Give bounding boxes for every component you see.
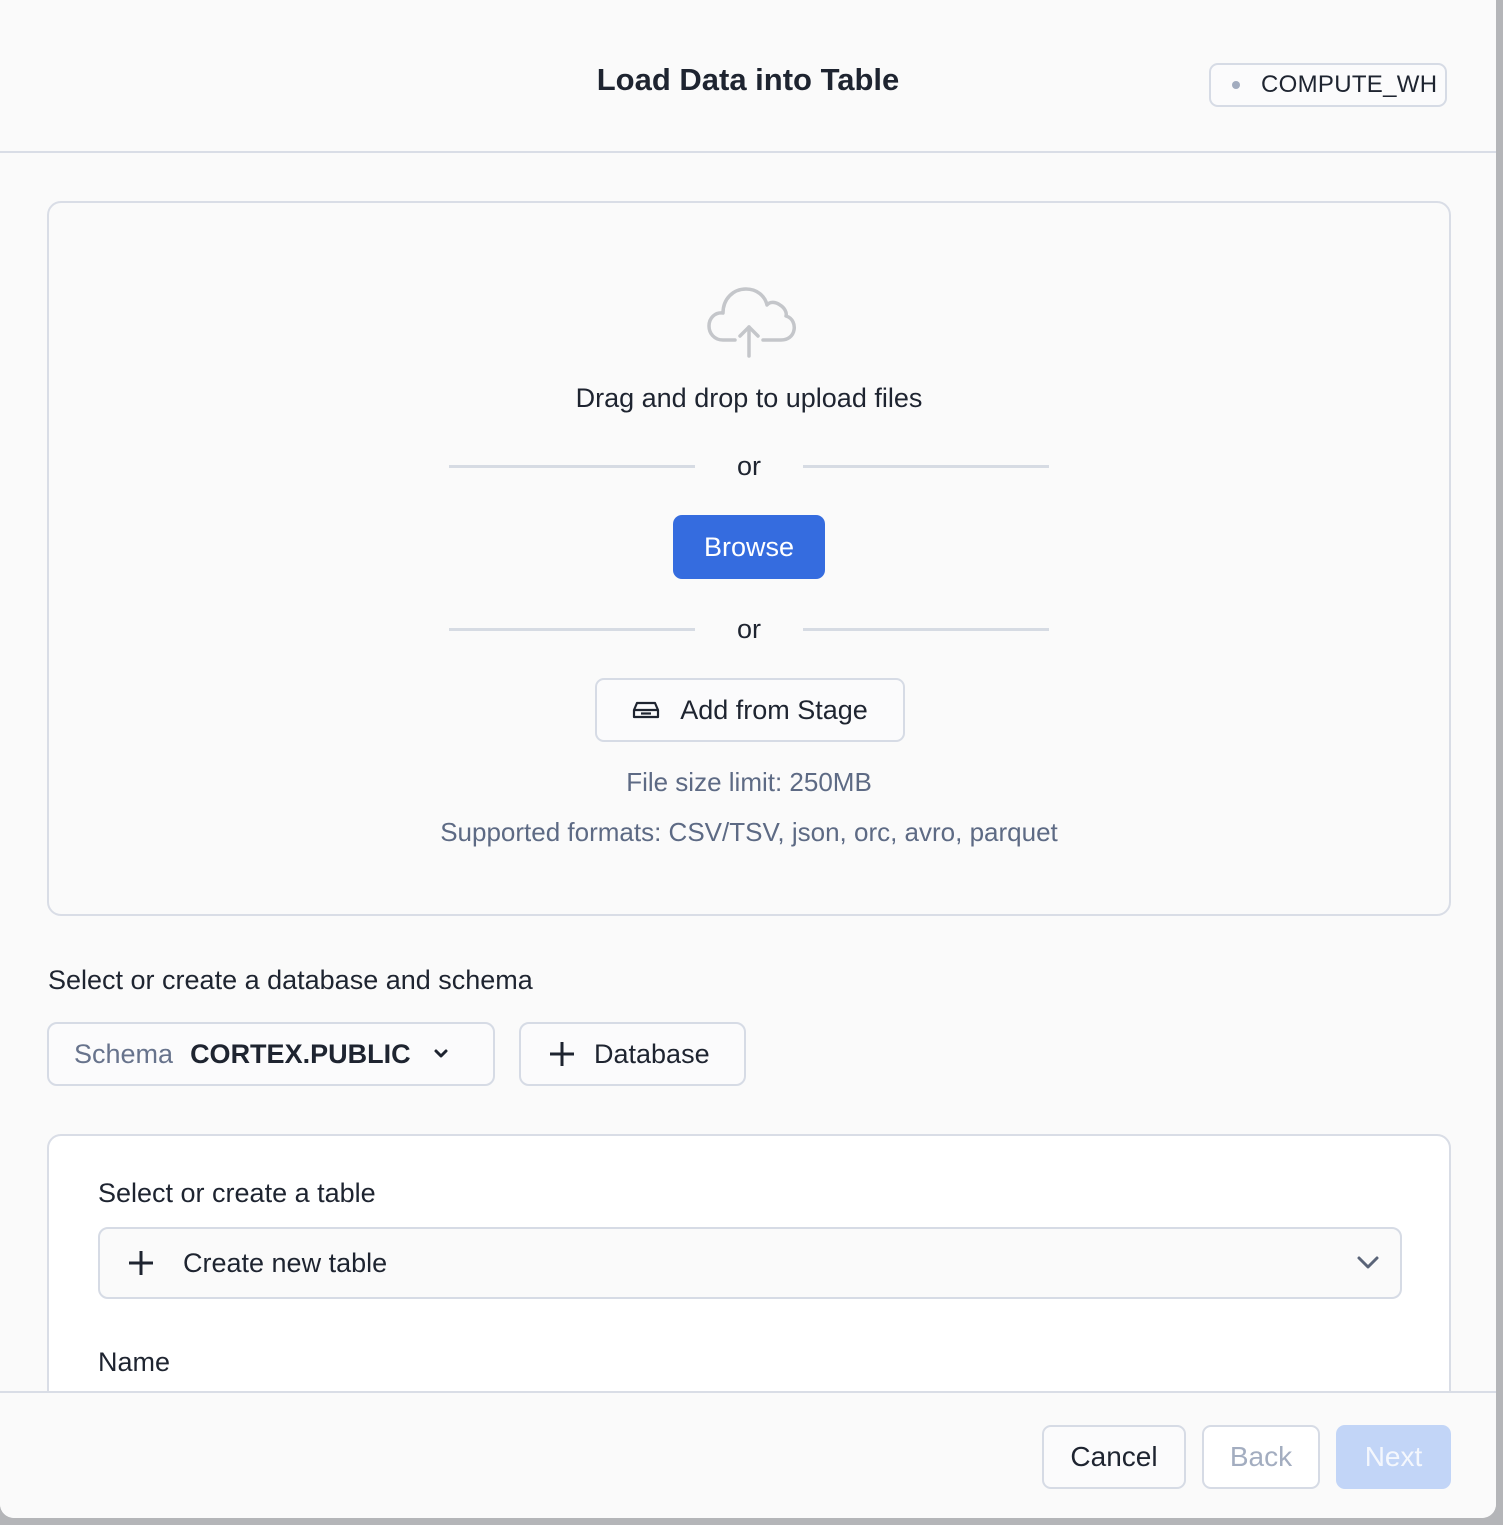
plus-icon	[129, 1251, 153, 1275]
warehouse-selector[interactable]: COMPUTE_WH	[1209, 63, 1447, 107]
schema-select[interactable]: Schema CORTEX.PUBLIC	[47, 1022, 495, 1086]
chevron-down-icon	[434, 1049, 448, 1058]
table-card: Select or create a table Create new tabl…	[47, 1134, 1451, 1391]
drag-drop-text: Drag and drop to upload files	[575, 383, 923, 413]
divider-line	[803, 628, 1049, 631]
back-button[interactable]: Back	[1202, 1425, 1320, 1489]
table-section-label: Select or create a table	[98, 1178, 376, 1208]
browse-button[interactable]: Browse	[673, 515, 825, 579]
modal-footer: Cancel Back Next	[0, 1391, 1496, 1518]
load-data-modal: Load Data into Table COMPUTE_WH Drag and…	[0, 0, 1496, 1518]
chevron-down-icon	[1357, 1256, 1379, 1269]
warehouse-label: COMPUTE_WH	[1261, 71, 1438, 98]
table-select[interactable]: Create new table	[98, 1227, 1402, 1299]
or-divider: or	[449, 451, 1049, 481]
name-field-label: Name	[98, 1347, 171, 1377]
or-divider: or	[449, 614, 1049, 644]
schema-section-label: Select or create a database and schema	[48, 965, 533, 995]
modal-body[interactable]: Drag and drop to upload files or Browse …	[0, 153, 1496, 1391]
status-dot-icon	[1232, 81, 1240, 89]
schema-value: CORTEX.PUBLIC	[190, 1038, 411, 1069]
supported-formats: Supported formats: CSV/TSV, json, orc, a…	[440, 817, 1058, 847]
divider-line	[803, 465, 1049, 468]
schema-key-label: Schema	[74, 1038, 174, 1069]
add-database-button[interactable]: Database	[519, 1022, 746, 1086]
add-from-stage-label: Add from Stage	[680, 694, 868, 725]
plus-icon	[550, 1042, 574, 1066]
modal-header: Load Data into Table COMPUTE_WH	[0, 0, 1496, 153]
stage-icon	[633, 701, 660, 719]
file-dropzone[interactable]: Drag and drop to upload files or Browse …	[47, 201, 1451, 916]
add-from-stage-button[interactable]: Add from Stage	[595, 678, 905, 742]
add-database-label: Database	[594, 1038, 710, 1069]
cloud-upload-icon	[707, 287, 796, 358]
table-select-value: Create new table	[183, 1247, 388, 1278]
cancel-button[interactable]: Cancel	[1042, 1425, 1186, 1489]
next-button[interactable]: Next	[1336, 1425, 1451, 1489]
file-size-limit: File size limit: 250MB	[626, 767, 872, 797]
